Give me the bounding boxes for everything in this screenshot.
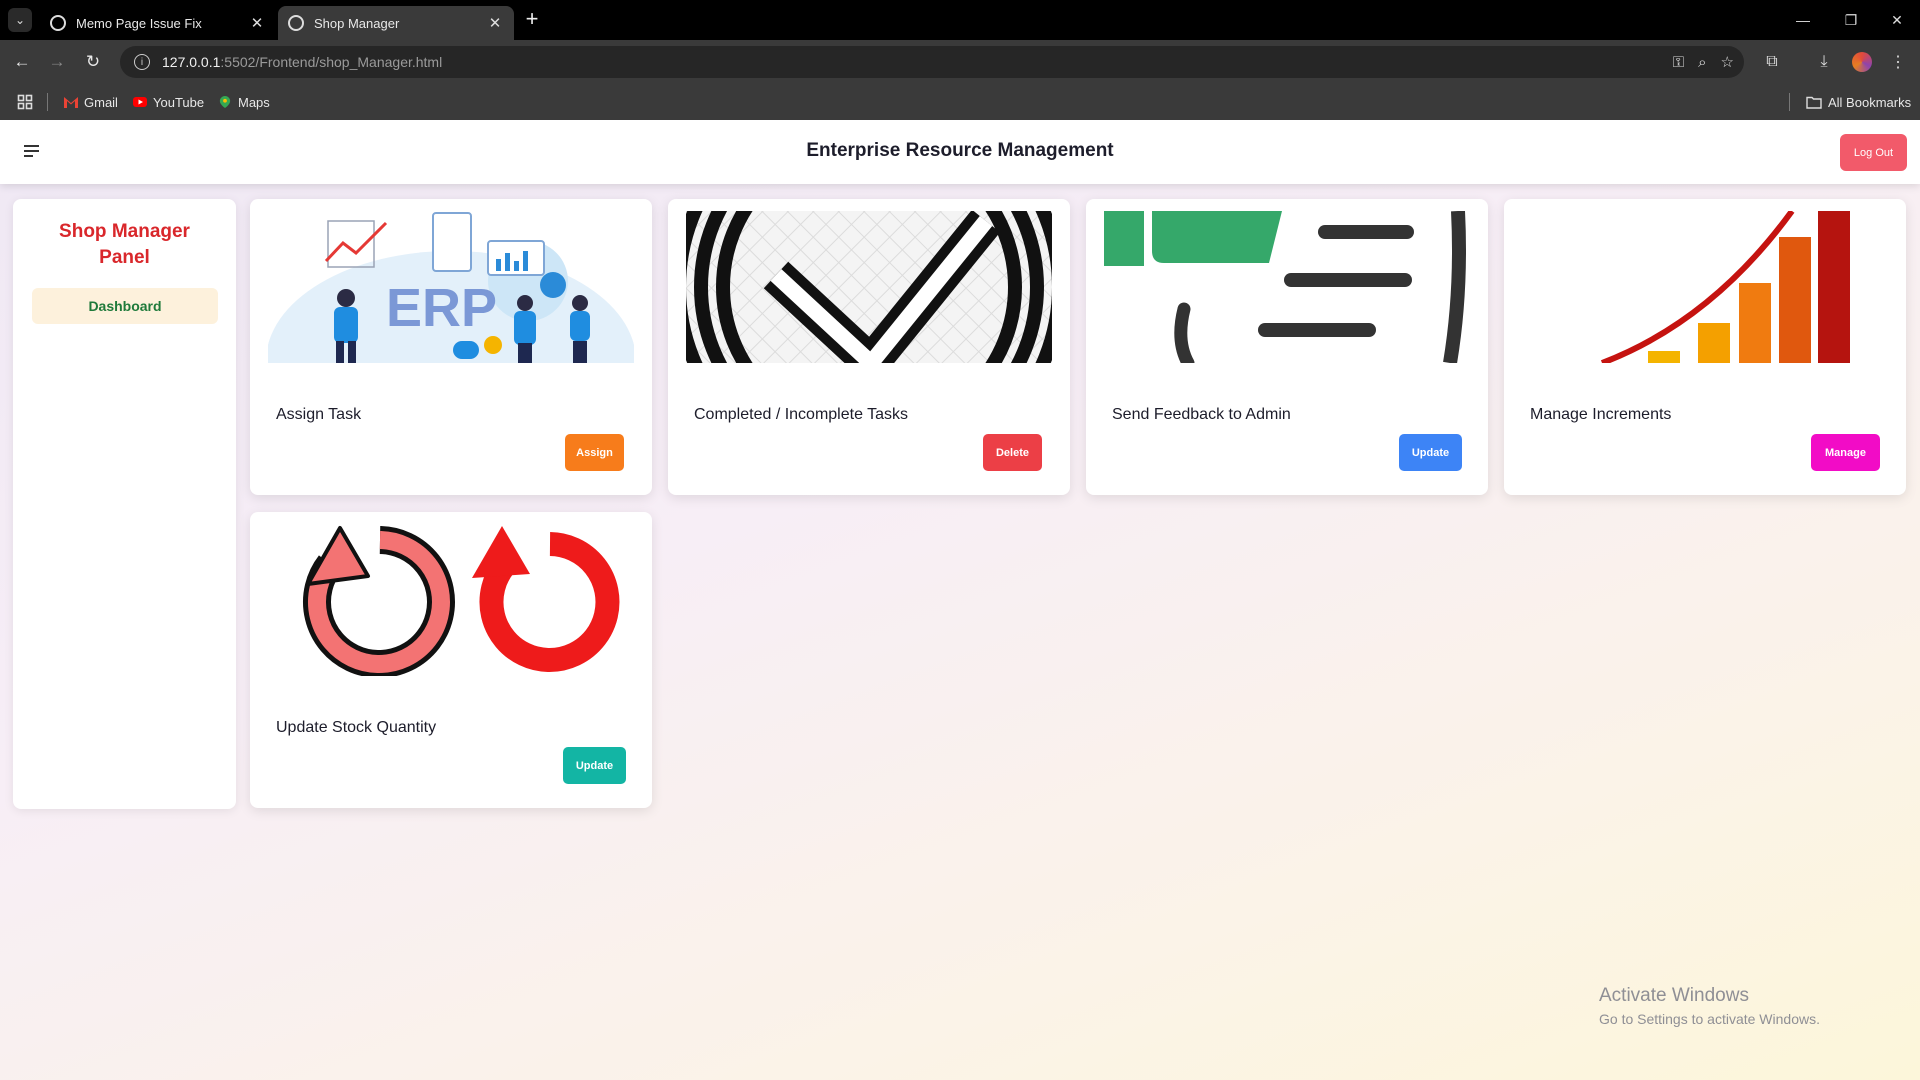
gmail-icon (64, 97, 78, 108)
all-bookmarks-button[interactable]: All Bookmarks (1806, 92, 1911, 112)
tab-title: Shop Manager (314, 15, 400, 31)
sidebar-item-dashboard[interactable]: Dashboard (32, 288, 218, 324)
growth-chart-icon (1522, 211, 1888, 363)
apps-grid-icon[interactable] (17, 92, 33, 112)
maps-pin-icon (219, 96, 231, 108)
bookmark-label: YouTube (153, 94, 205, 110)
site-info-icon[interactable]: i (134, 54, 150, 70)
forward-icon[interactable]: → (45, 50, 69, 74)
address-bar[interactable]: i 127.0.0.1:5502/Frontend/shop_Manager.h… (120, 46, 1744, 78)
browser-tab-bar: ⌄ Memo Page Issue Fix ✕ Shop Manager ✕ +… (0, 0, 1920, 40)
checkmark-circle-icon (686, 211, 1052, 363)
window-close-icon[interactable]: ✕ (1874, 0, 1920, 40)
globe-icon (288, 15, 304, 31)
card-send-feedback: Send Feedback to Admin Update (1086, 199, 1488, 495)
restore-icon[interactable]: ❐ (1828, 0, 1874, 40)
sidebar-title: Shop Manager Panel (59, 221, 190, 268)
url-path: :5502/Frontend/shop_Manager.html (220, 54, 443, 70)
folder-icon (1806, 96, 1822, 109)
card-title: Manage Increments (1530, 406, 1672, 423)
manage-button[interactable]: Manage (1811, 434, 1880, 471)
card-title: Update Stock Quantity (276, 719, 437, 736)
page: Enterprise Resource Management Log Out S… (0, 120, 1920, 1080)
browser-toolbar: ← → ↻ i 127.0.0.1:5502/Frontend/shop_Man… (0, 40, 1920, 84)
page-title: Enterprise Resource Management (806, 140, 1114, 161)
tab-memo-page[interactable]: Memo Page Issue Fix ✕ (40, 6, 276, 40)
chevron-down-icon: ⌄ (14, 13, 26, 27)
card-completed-tasks: Completed / Incomplete Tasks Delete (668, 199, 1070, 495)
card-update-stock: Update Stock Quantity Update (250, 512, 652, 808)
tab-shop-manager[interactable]: Shop Manager ✕ (278, 6, 514, 40)
feedback-bars-icon (1104, 211, 1470, 363)
new-tab-button[interactable]: + (520, 8, 544, 32)
url-host: 127.0.0.1 (162, 54, 221, 70)
card-title: Assign Task (276, 406, 362, 423)
password-key-icon[interactable]: ⚿ (1673, 54, 1684, 71)
globe-icon (50, 15, 66, 31)
close-icon[interactable]: ✕ (248, 14, 266, 32)
activate-windows-watermark: Activate Windows Go to Settings to activ… (1599, 985, 1820, 1027)
logout-button[interactable]: Log Out (1840, 134, 1907, 171)
bookmark-gmail[interactable]: Gmail (64, 92, 118, 112)
tab-search-button[interactable]: ⌄ (8, 8, 32, 32)
bookmark-label: Gmail (84, 94, 118, 110)
bookmark-star-icon[interactable]: ☆ (1721, 53, 1734, 71)
watermark-line2: Go to Settings to activate Windows. (1599, 1011, 1820, 1027)
zoom-icon[interactable]: ⌕ (1698, 54, 1706, 71)
update-feedback-button[interactable]: Update (1399, 434, 1462, 471)
youtube-icon (133, 97, 147, 107)
reload-icon[interactable]: ↻ (81, 50, 105, 74)
bookmark-maps[interactable]: Maps (218, 92, 270, 112)
extensions-icon[interactable]: ⧉ (1760, 50, 1784, 74)
download-icon[interactable]: ⤓ (1812, 50, 1836, 74)
card-title: Send Feedback to Admin (1112, 406, 1291, 423)
bookmark-youtube[interactable]: YouTube (133, 92, 204, 112)
refresh-arrows-icon (268, 524, 634, 676)
app-header: Enterprise Resource Management Log Out (0, 120, 1920, 184)
erp-illustration-icon: ERP (268, 211, 634, 363)
close-icon[interactable]: ✕ (486, 14, 504, 32)
menu-dots-icon[interactable]: ⋮ (1886, 50, 1910, 74)
assign-button[interactable]: Assign (565, 434, 624, 471)
all-bookmarks-label: All Bookmarks (1828, 94, 1912, 110)
card-manage-increments: Manage Increments Manage (1504, 199, 1906, 495)
minimize-icon[interactable]: — (1780, 0, 1826, 40)
sidebar: Shop Manager Panel Dashboard (13, 199, 236, 809)
bookmarks-bar: Gmail YouTube Maps All Bookmarks (0, 84, 1920, 120)
back-icon[interactable]: ← (10, 50, 34, 74)
watermark-line1: Activate Windows (1599, 985, 1749, 1006)
svg-text:ERP: ERP (386, 278, 497, 338)
card-assign-task: ERP Assign Task Assign (250, 199, 652, 495)
delete-button[interactable]: Delete (983, 434, 1042, 471)
profile-avatar[interactable] (1852, 52, 1872, 72)
bookmark-label: Maps (238, 94, 270, 110)
card-title: Completed / Incomplete Tasks (694, 406, 909, 423)
tab-title: Memo Page Issue Fix (76, 15, 202, 31)
update-stock-button[interactable]: Update (563, 747, 626, 784)
